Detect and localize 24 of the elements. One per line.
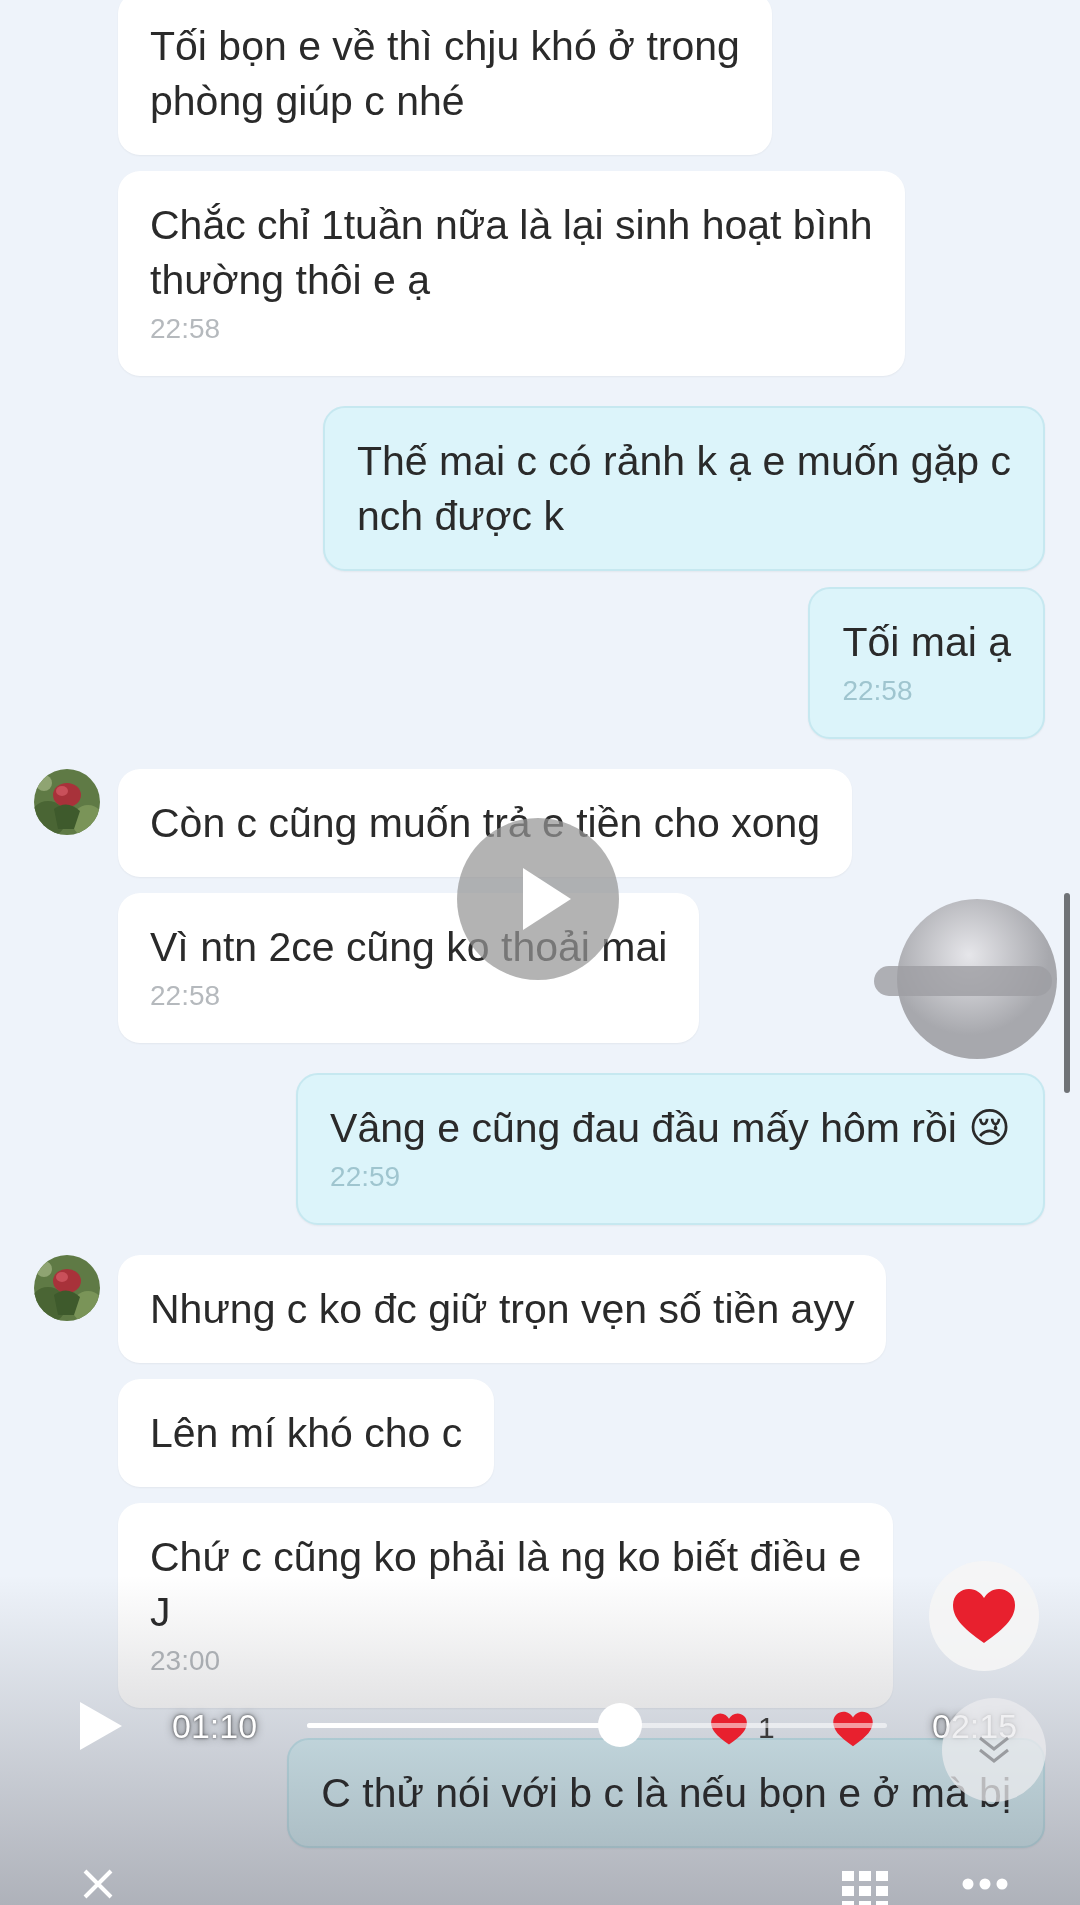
heart-icon [951, 1587, 1017, 1645]
message-time: 22:58 [150, 979, 222, 1013]
message-text: Tối bọn e về thì chju khó ở trong phòng giúp c nhé [150, 22, 740, 126]
message-time: 22:59 [330, 1160, 402, 1194]
heart-icon [832, 1710, 874, 1748]
message-text: Vâng e cũng đau đầu mấy hôm rồi 😢 [330, 1104, 1011, 1153]
like-count: 1 [758, 1710, 775, 1746]
message-time: 22:58 [842, 674, 914, 708]
message-text: Tối mai ạ [842, 618, 1011, 667]
scroll-bar[interactable] [1064, 893, 1070, 1093]
message-text: Chắc chỉ 1tuần nữa là lại sinh hoạt bình thường thôi e ạ [150, 201, 873, 305]
message-text: Lên mí khó cho c [150, 1409, 463, 1458]
grid-icon[interactable] [842, 1871, 888, 1905]
message-text: Nhưng c ko đc giữ trọn vẹn số tiền ayy [150, 1285, 855, 1334]
heart-icon [710, 1712, 748, 1746]
message-text: C thử nói với b c là nếu bọn e ở mà bị [321, 1769, 1011, 1818]
message-text: Thế mai c có rảnh k ạ e muốn gặp c nch được k [356, 437, 1011, 541]
more-icon[interactable] [962, 1878, 1008, 1890]
message-time: 22:58 [150, 312, 222, 346]
elapsed-time: 01:10 [172, 1706, 258, 1746]
total-duration: 02:15 [932, 1706, 1018, 1746]
message-text: Vì ntn 2ce cũng ko thoải mai [150, 923, 668, 972]
message-text: Chứ c cũng ko phải là ng ko biết điều e J [150, 1533, 862, 1637]
message-time: 23:00 [150, 1644, 222, 1678]
